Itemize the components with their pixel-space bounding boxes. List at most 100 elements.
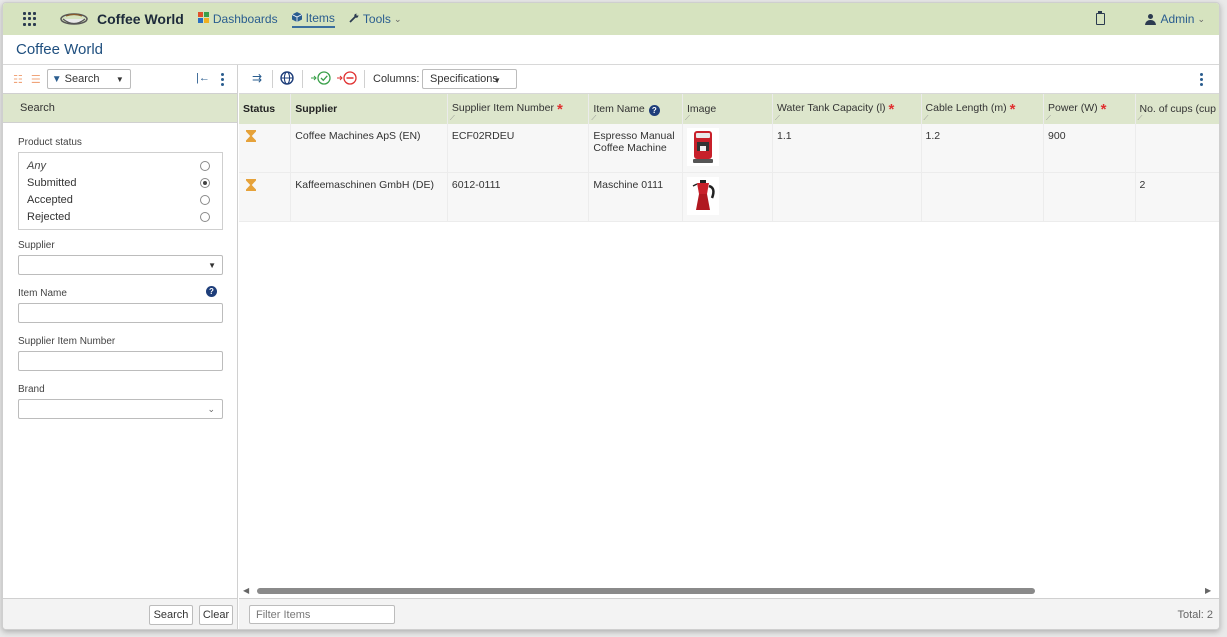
nav-dashboards[interactable]: Dashboards xyxy=(197,12,278,26)
column-header-status[interactable]: Status xyxy=(239,94,292,124)
supplier-label: Supplier xyxy=(18,240,55,251)
item-name-cell: Espresso Manual Coffee Machine xyxy=(588,124,684,173)
column-header-supplier-item-number[interactable]: Supplier Item Number * ⟋ xyxy=(447,94,590,124)
apps-grid-icon[interactable] xyxy=(23,12,37,26)
accept-icon[interactable] xyxy=(310,71,332,88)
help-icon[interactable]: ? xyxy=(648,104,660,116)
moka-pot-image[interactable] xyxy=(687,177,720,215)
search-panel-header: Search xyxy=(3,93,237,123)
resize-handle-icon[interactable]: ⟋ xyxy=(685,115,690,123)
resize-handle-icon[interactable]: ⟋ xyxy=(1138,115,1143,123)
column-header-water-tank-capacity[interactable]: Water Tank Capacity (l) * ⟋ xyxy=(772,94,922,124)
required-icon: * xyxy=(556,100,563,118)
no-of-cups-cell: 2 xyxy=(1135,172,1219,222)
column-header-image[interactable]: Image ⟋ xyxy=(682,94,773,124)
wrench-icon xyxy=(349,12,359,26)
supplier-select[interactable]: ▼ xyxy=(18,255,223,275)
globe-icon[interactable] xyxy=(280,71,294,88)
brand-name[interactable]: Coffee World xyxy=(97,11,184,27)
status-option-accepted[interactable]: Accepted xyxy=(27,191,222,208)
columns-value: Specifications xyxy=(430,73,498,85)
columns-label: Columns: xyxy=(373,73,420,85)
required-icon: * xyxy=(1009,100,1016,118)
column-header-label: Cable Length (m) xyxy=(925,101,1007,114)
list-view-icon[interactable]: ☰ xyxy=(31,73,41,86)
clear-button[interactable]: Clear xyxy=(199,605,233,625)
supplier-item-number-cell: 6012-0111 xyxy=(447,172,590,222)
resize-handle-icon[interactable]: ⟋ xyxy=(450,115,455,123)
user-icon xyxy=(1145,13,1157,25)
help-icon[interactable]: ? xyxy=(206,286,217,297)
cable-length-cell xyxy=(921,172,1045,222)
hourglass-icon xyxy=(246,179,256,191)
nav-dashboards-label: Dashboards xyxy=(212,12,278,26)
brand-select[interactable]: ⌄ xyxy=(18,399,223,419)
hourglass-icon xyxy=(246,130,256,142)
columns-dropdown[interactable]: Specifications ▼ xyxy=(422,69,517,89)
search-button[interactable]: Search xyxy=(149,605,193,625)
status-option-submitted[interactable]: Submitted xyxy=(27,174,222,191)
column-header-supplier[interactable]: Supplier xyxy=(290,94,448,124)
no-of-cups-cell xyxy=(1135,124,1219,173)
more-options-icon[interactable] xyxy=(221,73,224,86)
column-header-label: Status xyxy=(243,103,276,115)
user-menu[interactable]: Admin ⌄ xyxy=(1145,12,1205,26)
resize-handle-icon[interactable]: ⟋ xyxy=(1046,115,1051,123)
filter-items-input[interactable]: Filter Items xyxy=(249,605,395,624)
column-header-no-of-cups[interactable]: No. of cups (cup ⟋ xyxy=(1135,94,1219,124)
nav-items[interactable]: Items xyxy=(291,11,335,28)
total-count: Total: 2 xyxy=(1177,609,1213,621)
status-option-label: Any xyxy=(27,159,46,172)
reject-icon[interactable] xyxy=(336,71,358,88)
column-header-item-name[interactable]: Item Name? ⟋ xyxy=(588,94,684,124)
scroll-right-icon[interactable]: ▶ xyxy=(1205,586,1211,595)
clipboard-icon[interactable] xyxy=(1096,11,1106,25)
items-table: Status Supplier Supplier Item Number * ⟋ I… xyxy=(239,94,1219,222)
resize-handle-icon[interactable]: ⟋ xyxy=(924,115,929,123)
saved-search-dropdown[interactable]: ▼ Search ▼ xyxy=(46,69,131,89)
radio-button[interactable] xyxy=(200,211,210,222)
radio-button-selected[interactable] xyxy=(200,177,210,188)
radio-button[interactable] xyxy=(200,194,210,205)
results-footer: Filter Items Total: 2 xyxy=(239,598,1219,629)
supplier-item-number-cell: ECF02RDEU xyxy=(447,124,590,173)
item-name-input[interactable] xyxy=(18,303,223,323)
app-window: Coffee World Dashboards Items Tools ⌄ Ad… xyxy=(2,2,1220,630)
horizontal-scrollbar[interactable]: ◀ ▶ xyxy=(239,585,1219,597)
divider xyxy=(364,70,365,88)
more-options-icon[interactable] xyxy=(1200,73,1203,86)
search-panel-footer: Search Clear xyxy=(3,598,237,629)
status-cell xyxy=(239,124,292,173)
tree-view-icon[interactable]: ☷ xyxy=(13,73,23,86)
status-option-rejected[interactable]: Rejected xyxy=(27,208,222,225)
table-row[interactable]: Kaffeemaschinen GmbH (DE) 6012-0111 Masc… xyxy=(239,172,1219,222)
column-header-label: Supplier xyxy=(295,103,338,115)
scroll-left-icon[interactable]: ◀ xyxy=(243,586,249,595)
search-form: Product status Any Submitted Accepted Re… xyxy=(3,123,237,419)
chevron-down-icon: ⌄ xyxy=(207,404,215,414)
product-status-label: Product status xyxy=(18,137,82,148)
column-header-label: Power (W) xyxy=(1048,101,1098,114)
status-option-label: Rejected xyxy=(27,210,71,223)
search-panel: ☷ ☰ ▼ Search ▼ |← Search Product status … xyxy=(3,65,238,629)
sort-icon[interactable]: ⇉ xyxy=(252,71,262,85)
column-header-cable-length[interactable]: Cable Length (m) * ⟋ xyxy=(921,94,1045,124)
status-cell xyxy=(239,172,292,222)
box-icon xyxy=(291,11,302,25)
supplier-item-number-input[interactable] xyxy=(18,351,223,371)
espresso-machine-image[interactable] xyxy=(687,128,720,166)
column-header-power[interactable]: Power (W) * ⟋ xyxy=(1043,94,1136,124)
nav-tools[interactable]: Tools ⌄ xyxy=(349,12,401,26)
required-icon: * xyxy=(1100,100,1107,118)
resize-handle-icon[interactable]: ⟋ xyxy=(591,115,596,123)
status-option-any[interactable]: Any xyxy=(27,157,222,174)
radio-button[interactable] xyxy=(200,160,210,171)
item-name-label: Item Name xyxy=(18,288,67,299)
scrollbar-thumb[interactable] xyxy=(257,588,1035,594)
collapse-panel-icon[interactable]: |← xyxy=(196,72,210,84)
resize-handle-icon[interactable]: ⟋ xyxy=(775,115,780,123)
divider xyxy=(302,70,303,88)
water-tank-capacity-cell xyxy=(772,172,922,222)
table-row[interactable]: Coffee Machines ApS (EN) ECF02RDEU Espre… xyxy=(239,124,1219,173)
filter-icon: ▼ xyxy=(51,73,62,85)
